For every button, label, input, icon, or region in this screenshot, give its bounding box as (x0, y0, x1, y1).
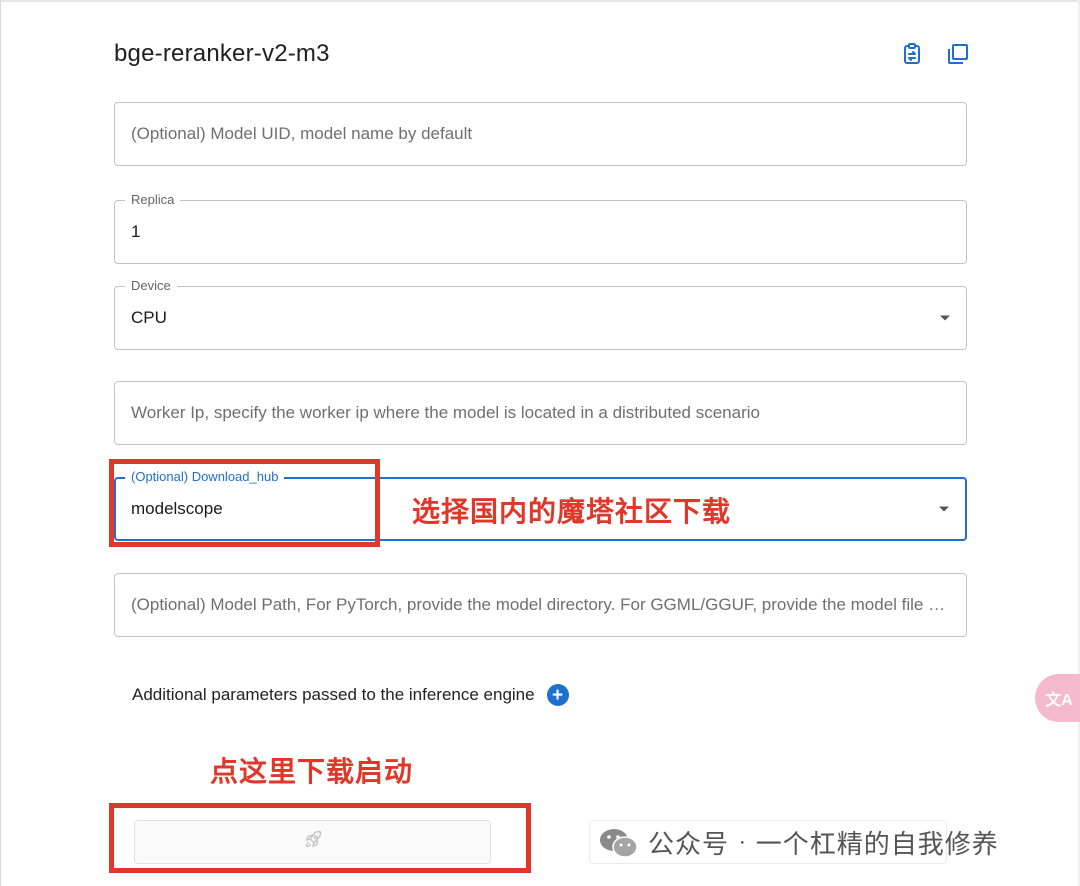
watermark: 公众号 · 一个杠精的自我修养 (598, 824, 999, 861)
device-value: CPU (131, 308, 167, 327)
model-path-input[interactable]: (Optional) Model Path, For PyTorch, prov… (114, 573, 967, 637)
wechat-icon (598, 826, 640, 860)
watermark-prefix: 公众号 (648, 829, 730, 859)
replica-value: 1 (131, 222, 141, 241)
launch-annotation: 点这里下载启动 (210, 756, 414, 787)
translate-icon[interactable]: 文A (1035, 674, 1080, 722)
watermark-separator: · (739, 831, 746, 853)
device-select[interactable]: Device CPU (114, 278, 967, 350)
device-label: Device (125, 278, 177, 294)
download-hub-annotation: 选择国内的魔塔社区下载 (412, 496, 732, 527)
clipboard-swap-icon[interactable] (900, 42, 924, 66)
model-uid-placeholder: (Optional) Model UID, model name by defa… (131, 124, 473, 143)
chevron-down-icon (940, 315, 950, 321)
worker-ip-placeholder: Worker Ip, specify the worker ip where t… (131, 403, 760, 422)
replica-label: Replica (125, 192, 181, 208)
plus-icon: + (552, 684, 564, 706)
additional-params-row: Additional parameters passed to the infe… (132, 684, 569, 706)
model-title: bge-reranker-v2-m3 (114, 40, 330, 67)
model-path-placeholder: (Optional) Model Path, For PyTorch, prov… (131, 595, 951, 614)
download-hub-highlight (109, 459, 380, 547)
additional-params-label: Additional parameters passed to the infe… (132, 685, 535, 704)
watermark-name: 一个杠精的自我修养 (755, 829, 999, 859)
window-left-edge (0, 0, 1, 886)
worker-ip-input[interactable]: Worker Ip, specify the worker ip where t… (114, 381, 967, 445)
copy-icon[interactable] (946, 42, 970, 66)
add-param-button[interactable]: + (546, 684, 569, 706)
launch-highlight (109, 803, 531, 873)
model-uid-input[interactable]: (Optional) Model UID, model name by defa… (114, 102, 967, 166)
replica-input[interactable]: Replica 1 (114, 192, 967, 264)
window-top-edge (0, 0, 1080, 2)
chevron-down-icon (939, 506, 949, 512)
